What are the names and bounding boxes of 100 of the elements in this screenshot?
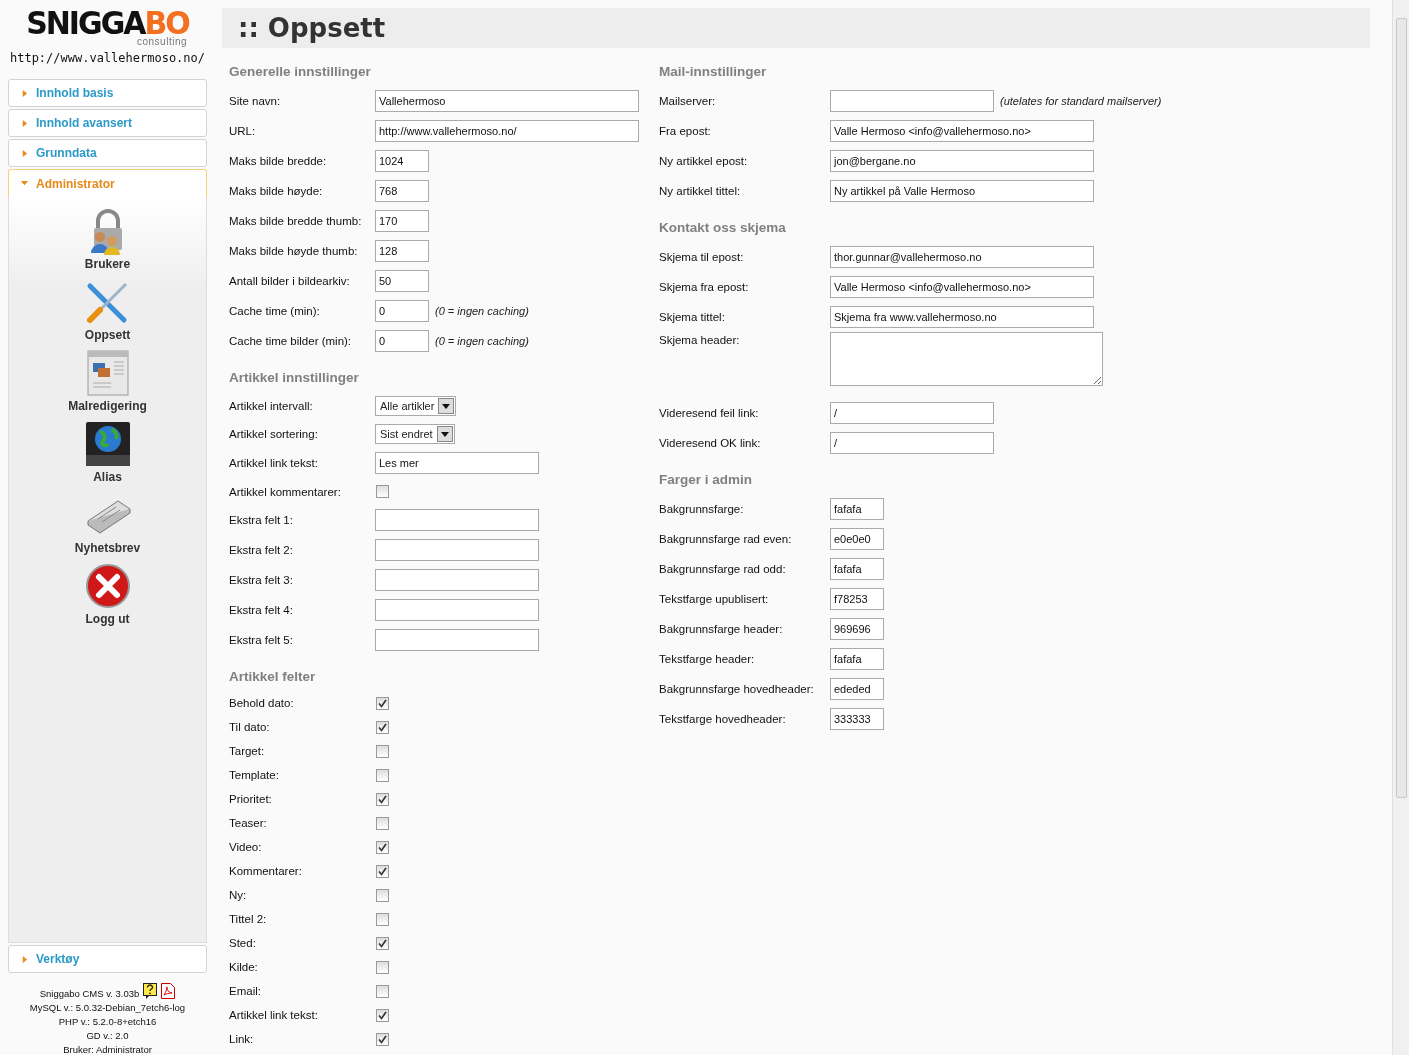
input-field[interactable]: 50 <box>375 270 429 292</box>
input-field[interactable]: http://www.vallehermoso.no/ <box>375 120 639 142</box>
tool-label[interactable]: Malredigering <box>68 399 147 413</box>
input-field[interactable]: Les mer <box>375 452 539 474</box>
section-heading: Artikkel felter <box>229 669 317 686</box>
field-label: Ekstra felt 5: <box>229 634 294 646</box>
field-label: Fra epost: <box>659 125 712 137</box>
tool-label[interactable]: Logg ut <box>85 612 130 626</box>
field-label: Ny: <box>229 889 248 901</box>
input-field[interactable]: Skjema fra www.vallehermoso.no <box>830 306 1094 328</box>
checkbox[interactable] <box>376 1032 389 1046</box>
scrollbar[interactable] <box>1392 0 1409 1055</box>
field-hint: (utelates for standard mailserver) <box>1000 95 1162 107</box>
checkbox[interactable] <box>376 720 389 734</box>
system-info: PHP v.: 5.2.0-8+etch16 <box>58 1016 157 1027</box>
input-field[interactable]: 170 <box>375 210 429 232</box>
input-field[interactable]: f78253 <box>830 588 884 610</box>
input-field[interactable]: jon@bergane.no <box>830 150 1094 172</box>
field-label: Maks bilde høyde thumb: <box>229 245 359 257</box>
input-field[interactable]: 128 <box>375 240 429 262</box>
input-field[interactable] <box>375 599 539 621</box>
field-label: Tekstfarge hovedheader: <box>659 713 787 725</box>
input-field[interactable]: fafafa <box>830 558 884 580</box>
field-label: Bakgrunnsfarge rad even: <box>659 533 793 545</box>
field-label: Ny artikkel tittel: <box>659 185 742 197</box>
input-field[interactable]: 969696 <box>830 618 884 640</box>
field-label: Video: <box>229 841 263 853</box>
checkbox[interactable] <box>376 840 389 854</box>
system-info: Bruker: Administrator <box>63 1044 152 1055</box>
field-label: Ny artikkel epost: <box>659 155 749 167</box>
checkbox[interactable] <box>376 960 389 974</box>
tool-label[interactable]: Oppsett <box>84 328 131 342</box>
input-field[interactable]: / <box>830 402 994 424</box>
checkbox[interactable] <box>376 864 389 878</box>
checkbox[interactable] <box>376 696 389 710</box>
checkbox[interactable] <box>376 888 389 902</box>
input-field[interactable]: 0 <box>375 300 429 322</box>
input-field[interactable]: 768 <box>375 180 429 202</box>
input-field[interactable]: fafafa <box>830 498 884 520</box>
help-icon[interactable] <box>143 983 158 999</box>
tool-label[interactable]: Alias <box>93 470 122 484</box>
dropdown[interactable]: Alle artikler <box>375 396 457 416</box>
field-label: Skjema til epost: <box>659 251 745 263</box>
text-area[interactable] <box>830 332 1103 386</box>
field-label: Kommentarer: <box>229 865 303 877</box>
globe-url-icon[interactable] <box>83 420 132 468</box>
field-label: Artikkel kommentarer: <box>229 485 342 498</box>
site-url: http://www.vallehermoso.no/ <box>9 51 206 65</box>
field-label: Artikkel link tekst: <box>229 457 319 469</box>
checkbox[interactable] <box>376 768 389 782</box>
input-field[interactable]: 0 <box>375 330 429 352</box>
input-field[interactable]: Valle Hermoso <info@vallehermoso.no> <box>830 120 1094 142</box>
checkbox[interactable] <box>376 1008 389 1022</box>
field-label: Tekstfarge header: <box>659 653 756 665</box>
input-field[interactable]: Valle Hermoso <info@vallehermoso.no> <box>830 276 1094 298</box>
field-label: Til dato: <box>229 721 271 733</box>
input-field[interactable]: ededed <box>830 678 884 700</box>
input-field[interactable]: Vallehermoso <box>375 90 639 112</box>
input-field[interactable]: thor.gunnar@vallehermoso.no <box>830 246 1094 268</box>
input-field[interactable]: fafafa <box>830 648 884 670</box>
checkbox[interactable] <box>376 485 389 498</box>
input-field[interactable] <box>375 569 539 591</box>
field-label: Maks bilde bredde thumb: <box>229 215 363 227</box>
caret-icon <box>21 89 28 97</box>
checkbox[interactable] <box>376 936 389 950</box>
input-field[interactable]: / <box>830 432 994 454</box>
close-icon[interactable] <box>83 562 132 610</box>
tool-label[interactable]: Brukere <box>84 257 131 271</box>
input-field[interactable] <box>375 539 539 561</box>
dropdown[interactable]: Sist endret <box>375 424 455 444</box>
checkbox[interactable] <box>376 984 389 998</box>
input-field[interactable]: Ny artikkel på Valle Hermoso <box>830 180 1094 202</box>
checkbox[interactable] <box>376 912 389 926</box>
caret-icon <box>21 149 28 157</box>
page-title: :: Oppsett <box>222 8 1370 48</box>
section-heading: Mail-innstillinger <box>659 64 768 81</box>
section-heading: Artikkel innstillinger <box>229 370 360 387</box>
input-field[interactable]: 1024 <box>375 150 429 172</box>
caret-icon <box>21 119 28 127</box>
checkbox[interactable] <box>376 744 389 758</box>
version-text: Sniggabo CMS v. 3.03b <box>39 988 140 999</box>
field-label: Mailserver: <box>659 95 717 107</box>
field-label: Tekstfarge upublisert: <box>659 593 770 605</box>
input-field[interactable] <box>375 629 539 651</box>
input-field[interactable]: e0e0e0 <box>830 528 884 550</box>
field-label: Template: <box>229 769 280 781</box>
input-field[interactable] <box>375 509 539 531</box>
checkbox[interactable] <box>376 792 389 806</box>
field-label: Bakgrunnsfarge: <box>659 503 745 515</box>
field-label: Skjema fra epost: <box>659 281 750 293</box>
field-label: Skjema tittel: <box>659 311 726 323</box>
checkbox[interactable] <box>376 816 389 830</box>
tool-label[interactable]: Nyhetsbrev <box>74 541 141 555</box>
field-label: Teaser: <box>229 817 268 829</box>
pdf-icon[interactable] <box>161 983 176 999</box>
field-label: Target: <box>229 745 266 757</box>
field-label: URL: <box>229 125 257 137</box>
input-field[interactable]: 333333 <box>830 708 884 730</box>
input-field[interactable] <box>830 90 994 112</box>
field-label: Bakgrunnsfarge rad odd: <box>659 563 787 575</box>
